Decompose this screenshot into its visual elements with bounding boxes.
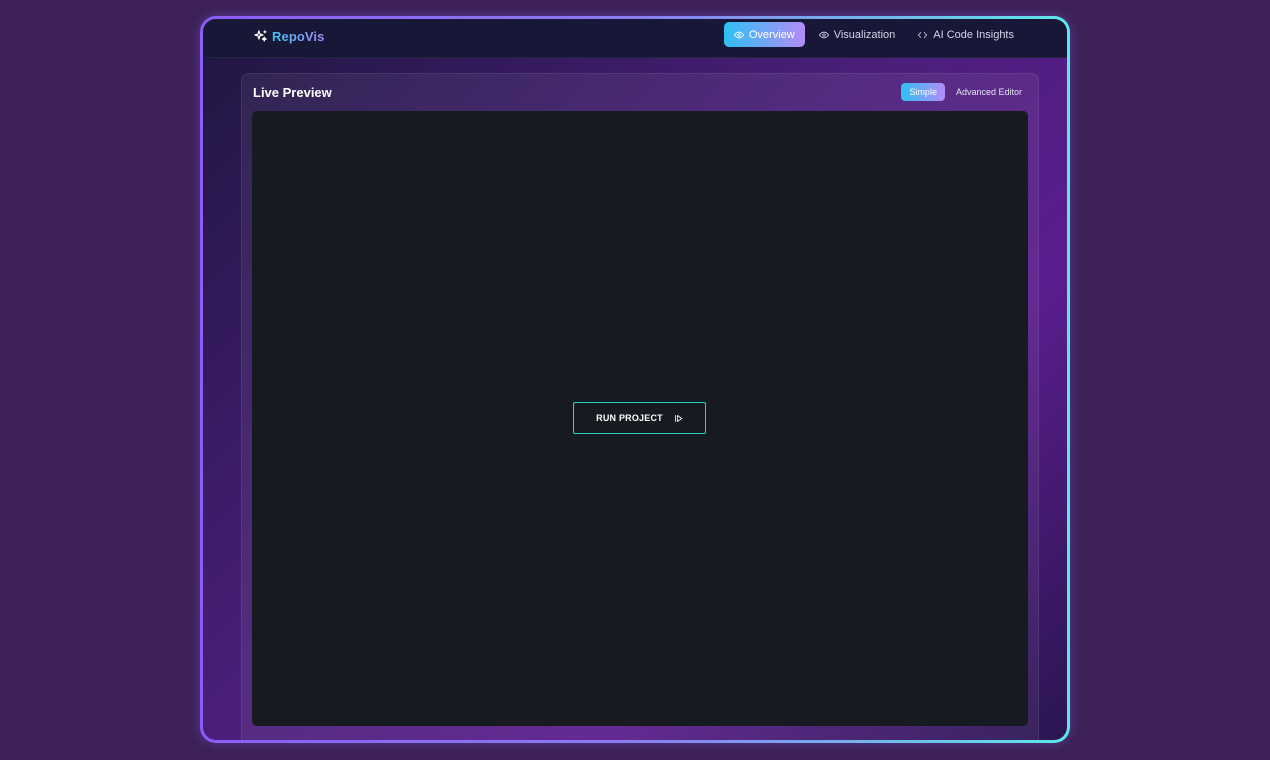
code-icon bbox=[917, 30, 928, 40]
app-body: RepoVis Overview Visualization AI Code I… bbox=[203, 19, 1067, 740]
nav-tab-ai-code-insights[interactable]: AI Code Insights bbox=[909, 22, 1022, 47]
main-nav: Overview Visualization AI Code Insights bbox=[723, 22, 1022, 47]
app-window: RepoVis Overview Visualization AI Code I… bbox=[200, 16, 1070, 743]
preview-mode-toggle: Simple Advanced Editor bbox=[901, 83, 1030, 101]
sparkles-icon bbox=[253, 29, 268, 44]
run-project-label: RUN PROJECT bbox=[596, 413, 663, 423]
mode-advanced-editor-button[interactable]: Advanced Editor bbox=[948, 83, 1030, 101]
top-navbar: RepoVis Overview Visualization AI Code I… bbox=[203, 19, 1067, 58]
preview-canvas: RUN PROJECT bbox=[252, 111, 1028, 726]
nav-tab-overview[interactable]: Overview bbox=[723, 22, 805, 47]
panel-title: Live Preview bbox=[253, 85, 332, 100]
nav-tab-label: Overview bbox=[748, 28, 795, 41]
live-preview-panel: Live Preview Simple Advanced Editor RUN … bbox=[241, 73, 1039, 740]
nav-tab-label: Visualization bbox=[833, 28, 896, 41]
app-logo[interactable]: RepoVis bbox=[253, 29, 324, 44]
eye-icon bbox=[733, 30, 744, 40]
run-project-button[interactable]: RUN PROJECT bbox=[573, 402, 706, 434]
app-name: RepoVis bbox=[272, 29, 325, 44]
nav-tab-label: AI Code Insights bbox=[933, 28, 1014, 41]
step-forward-icon bbox=[674, 414, 683, 423]
eye-icon bbox=[818, 30, 829, 40]
nav-tab-visualization[interactable]: Visualization bbox=[811, 22, 904, 47]
mode-simple-button[interactable]: Simple bbox=[901, 83, 945, 101]
